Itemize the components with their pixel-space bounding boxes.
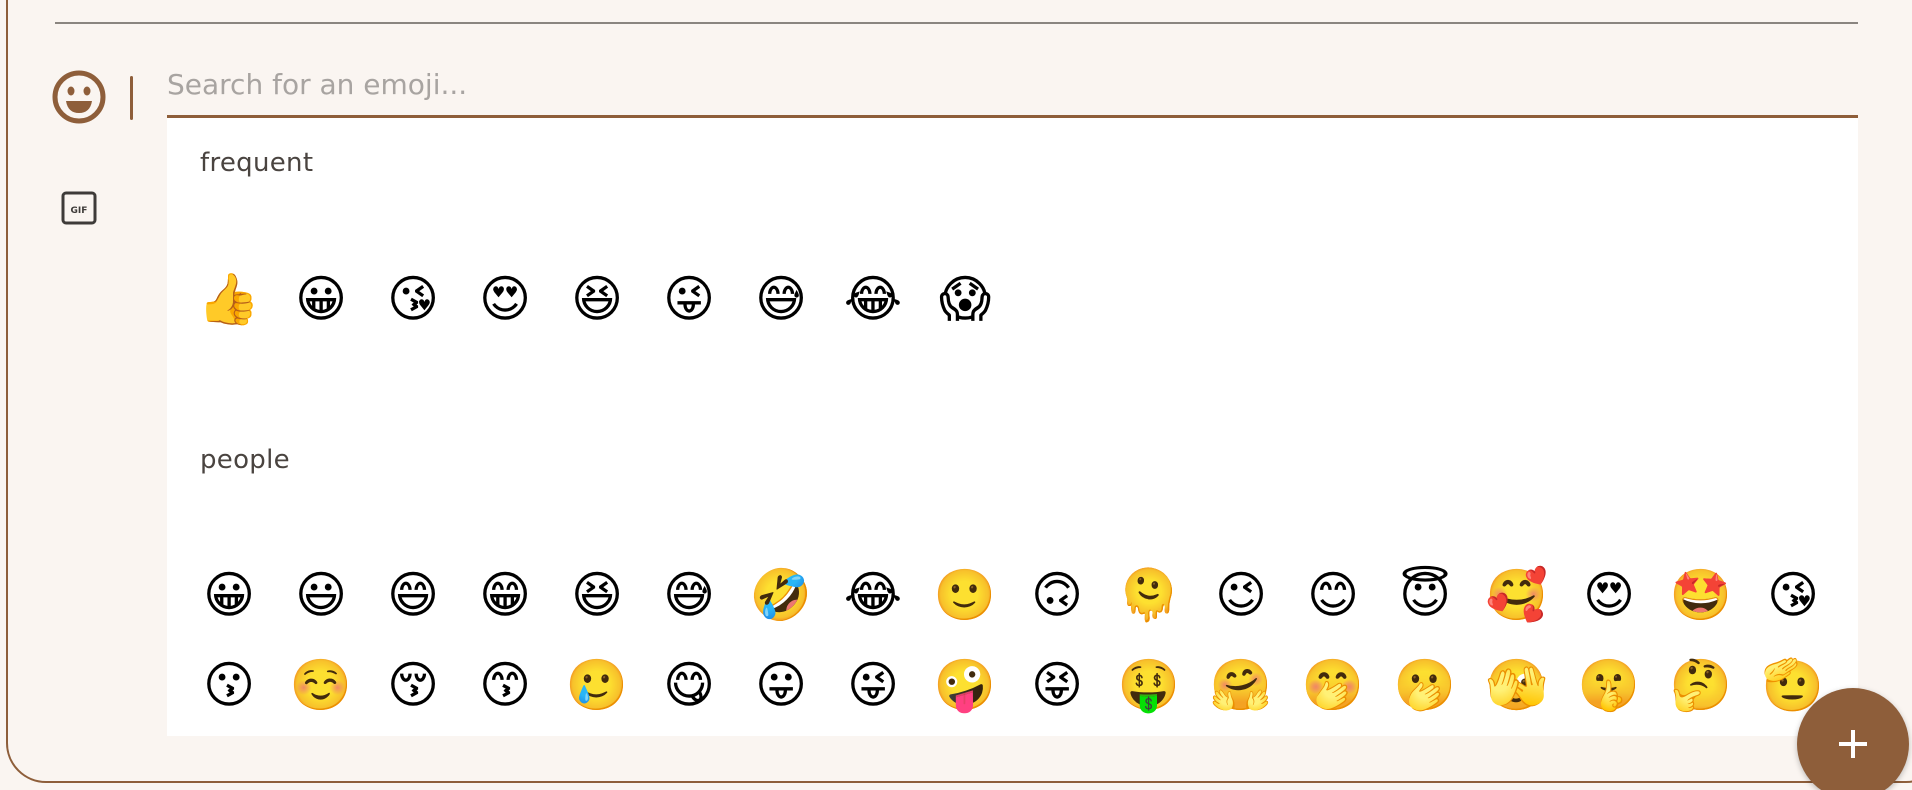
- emoji-picker-panel[interactable]: frequent 👍 😀 😘 😍 😆 😜 😅 😂 😱 people 😀 😃 😄 😁 😆 😅 🤣 😂 🙂 🙃 🫠 😉 😊 😇…: [167, 118, 1858, 736]
- emoji-button[interactable]: 😶‍🌫️: [735, 735, 827, 736]
- emoji-button[interactable]: 😔: [1563, 735, 1655, 736]
- emoji-button[interactable]: 😊: [1287, 555, 1379, 635]
- emoji-button[interactable]: 😱: [919, 259, 1011, 339]
- emoji-button[interactable]: 😂: [827, 259, 919, 339]
- emoji-button[interactable]: 😁: [459, 555, 551, 635]
- emoji-button[interactable]: 🤫: [1563, 645, 1655, 725]
- emoji-button[interactable]: 😘: [367, 259, 459, 339]
- emoji-button[interactable]: 😃: [275, 555, 367, 635]
- emoji-button[interactable]: 😪: [1655, 735, 1747, 736]
- gif-icon: GIF: [61, 191, 97, 225]
- emoji-button[interactable]: 🙃: [1011, 555, 1103, 635]
- emoji-button[interactable]: 😶: [551, 735, 643, 736]
- section-title-frequent: frequent: [200, 148, 314, 178]
- emoji-button[interactable]: 🫨: [1379, 735, 1471, 736]
- emoji-button[interactable]: 😚: [367, 645, 459, 725]
- emoji-button[interactable]: 😙: [459, 645, 551, 725]
- emoji-button[interactable]: 😘: [1747, 555, 1839, 635]
- emoji-button[interactable]: 😀: [275, 259, 367, 339]
- emoji-search-input[interactable]: [167, 60, 1858, 115]
- emoji-button[interactable]: 🥲: [551, 645, 643, 725]
- emoji-button[interactable]: 😆: [551, 555, 643, 635]
- emoji-button[interactable]: 🙄: [1011, 735, 1103, 736]
- emoji-button[interactable]: 😗: [183, 645, 275, 725]
- section-title-people: people: [200, 445, 290, 475]
- emoji-button[interactable]: 🥰: [1471, 555, 1563, 635]
- emoji-button[interactable]: ☺️: [275, 645, 367, 725]
- emoji-button[interactable]: 😝: [1011, 645, 1103, 725]
- emoji-button[interactable]: 😑: [459, 735, 551, 736]
- emoji-button[interactable]: 😒: [919, 735, 1011, 736]
- emoji-button[interactable]: 😌: [1471, 735, 1563, 736]
- emoji-button[interactable]: 🤔: [1655, 645, 1747, 725]
- emoji-row: 🤐🤨😐😑😶🫥😶‍🌫️😏😒🙄😬😮‍💨🤥🫨😌😔😪🤤: [183, 735, 1839, 736]
- emoji-button[interactable]: 😅: [735, 259, 827, 339]
- emoji-search: [167, 60, 1858, 118]
- emoji-button[interactable]: 😍: [1563, 555, 1655, 635]
- emoji-button[interactable]: 😋: [643, 645, 735, 725]
- emoji-button[interactable]: 😅: [643, 555, 735, 635]
- emoji-row: 😀 😃 😄 😁 😆 😅 🤣 😂 🙂 🙃 🫠 😉 😊 😇 🥰 😍 🤩 😘: [183, 555, 1839, 635]
- divider: [55, 22, 1858, 24]
- emoji-button[interactable]: 😉: [1195, 555, 1287, 635]
- emoji-button[interactable]: 😇: [1379, 555, 1471, 635]
- emoji-button[interactable]: 🤑: [1103, 645, 1195, 725]
- input-cursor-bar: [130, 76, 133, 120]
- emoji-button[interactable]: 😂: [827, 555, 919, 635]
- emoji-button[interactable]: 😜: [643, 259, 735, 339]
- emoji-button[interactable]: 🫢: [1379, 645, 1471, 725]
- emoji-button[interactable]: 👍: [183, 259, 275, 339]
- emoji-button[interactable]: 😀: [183, 555, 275, 635]
- emoji-button[interactable]: 😄: [367, 555, 459, 635]
- emoji-button[interactable]: 😍: [459, 259, 551, 339]
- emoji-tab-button[interactable]: [52, 70, 106, 124]
- emoji-button[interactable]: 🤥: [1287, 735, 1379, 736]
- emoji-button[interactable]: 😜: [827, 645, 919, 725]
- gif-tab-button[interactable]: GIF: [61, 191, 97, 225]
- emoji-button[interactable]: 🙂: [919, 555, 1011, 635]
- emoji-button[interactable]: 🫣: [1471, 645, 1563, 725]
- emoji-row: 👍 😀 😘 😍 😆 😜 😅 😂 😱: [183, 259, 1011, 339]
- emoji-button[interactable]: 🤣: [735, 555, 827, 635]
- emoji-button[interactable]: 🤐: [183, 735, 275, 736]
- emoji-button[interactable]: 😐: [367, 735, 459, 736]
- gif-icon-label: GIF: [71, 206, 88, 216]
- emoji-button[interactable]: 🤨: [275, 735, 367, 736]
- emoji-button[interactable]: 😬: [1103, 735, 1195, 736]
- emoji-button[interactable]: 😛: [735, 645, 827, 725]
- emoji-button[interactable]: 🫠: [1103, 555, 1195, 635]
- emoji-button[interactable]: 🤪: [919, 645, 1011, 725]
- add-button[interactable]: [1797, 688, 1909, 790]
- emoji-button[interactable]: 🤗: [1195, 645, 1287, 725]
- emoji-button[interactable]: 🤩: [1655, 555, 1747, 635]
- emoji-button[interactable]: 😮‍💨: [1195, 735, 1287, 736]
- emoji-button[interactable]: 🤭: [1287, 645, 1379, 725]
- plus-icon: [1839, 730, 1867, 758]
- emoji-button[interactable]: 😆: [551, 259, 643, 339]
- emoji-row: 😗 ☺️ 😚 😙 🥲 😋 😛 😜 🤪 😝 🤑 🤗 🤭 🫢 🫣 🤫 🤔 🫡: [183, 645, 1839, 725]
- emoji-button[interactable]: 😏: [827, 735, 919, 736]
- emoji-button[interactable]: 🫥: [643, 735, 735, 736]
- smiley-face-icon: [52, 70, 106, 124]
